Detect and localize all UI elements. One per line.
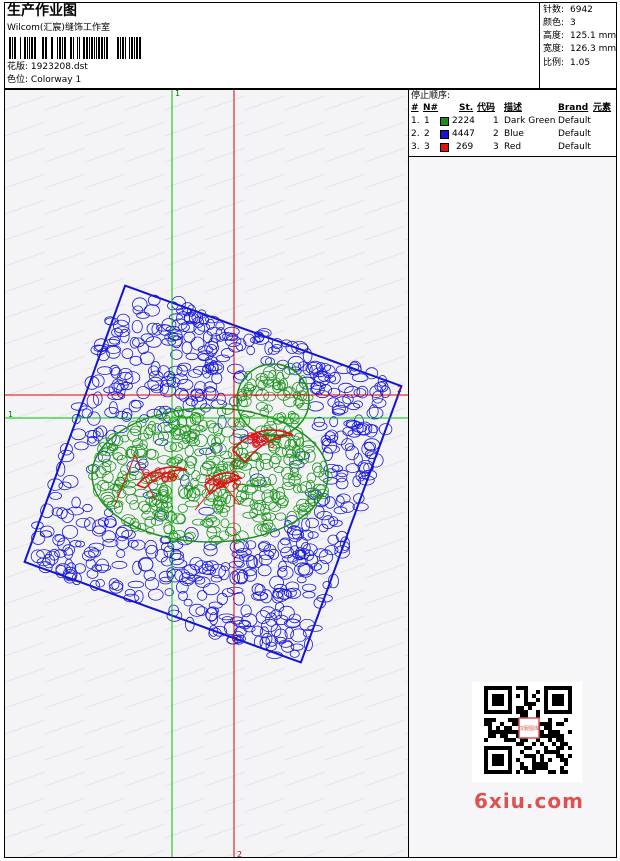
stat-height: 高度: 125.1 mm — [543, 31, 617, 41]
colorway-label: 色位: — [7, 75, 29, 85]
design-file: 1923208.dst — [30, 62, 88, 72]
page-title: 生产作业图 — [7, 3, 77, 19]
site-watermark: 6xiu.com — [474, 789, 584, 813]
color-swatch-green — [440, 117, 449, 126]
stat-colors: 颜色: 3 — [543, 18, 576, 28]
red-guide-right-label: 2 — [397, 385, 402, 394]
col-header-needle: N# — [423, 103, 439, 113]
canvas-background — [5, 90, 408, 857]
col-header-brand: Brand — [558, 103, 589, 113]
colorway-line: 色位: Colorway 1 — [7, 75, 81, 86]
design-label: 花版: — [7, 62, 29, 72]
color-swatch-red — [440, 143, 449, 152]
col-header-description: 描述 — [504, 103, 523, 113]
stat-scale: 比例: 1.05 — [543, 58, 591, 68]
stop-sequence-table: 停止顺序: # N# St. 代码 描述 Brand 元素 1. 1 2224 … — [409, 90, 616, 157]
table-row: 3. 3 269 3 Red Default — [411, 142, 591, 152]
color-swatch-blue — [440, 130, 449, 139]
col-header-element: 元素 — [593, 103, 612, 113]
stat-width: 宽度: 126.3 mm — [543, 44, 617, 54]
green-guide-left-label: 1 — [8, 410, 13, 419]
design-file-line: 花版: 1923208.dst — [7, 62, 88, 73]
table-row: 2. 2 4447 2 Blue Default — [411, 129, 591, 139]
colorway-name: Colorway 1 — [30, 75, 82, 85]
table-row: 1. 1 2224 1 Dark Green Default — [411, 116, 591, 126]
studio-name: Wilcom(汇宸)缝饰工作室 — [7, 23, 110, 33]
design-canvas: 1 1 2 2 — [4, 89, 409, 858]
red-guide-bottom-label: 2 — [237, 850, 242, 858]
stat-stitches: 针数: 6942 — [543, 5, 593, 15]
qr-code: 汉服图库 — [472, 682, 582, 782]
col-header-stitches: St. — [459, 103, 474, 113]
stop-sequence-title: 停止顺序: — [411, 91, 451, 101]
green-guide-top-label: 1 — [175, 90, 180, 98]
embroidery-preview: 1 1 2 2 — [5, 90, 408, 858]
col-header-code: 代码 — [477, 103, 496, 113]
barcode — [9, 37, 141, 59]
qr-stamp-text: 汉服图库 — [519, 725, 539, 732]
col-header-index: # — [411, 103, 419, 113]
